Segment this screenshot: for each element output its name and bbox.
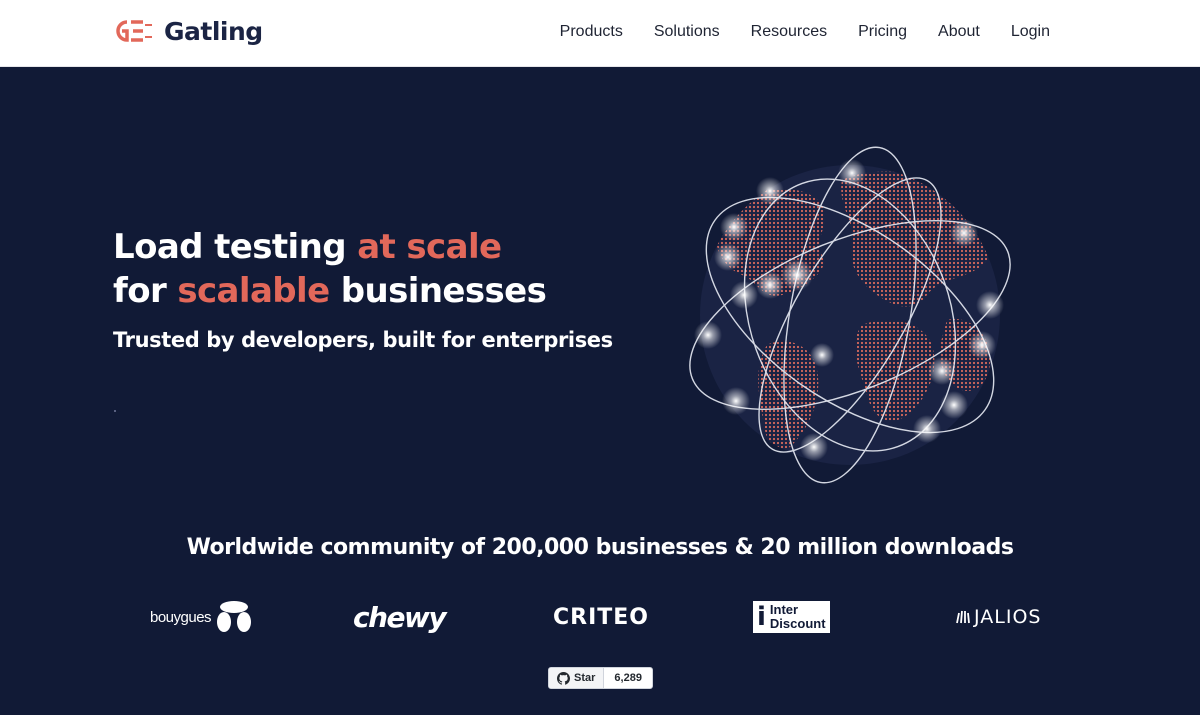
headline-part: businesses: [329, 271, 547, 311]
headline-part: for: [113, 271, 178, 311]
community-statement: Worldwide community of 200,000 businesse…: [186, 535, 1014, 560]
brand-name: Gatling: [164, 16, 263, 46]
bouygues-wordmark: bouygues: [150, 608, 212, 626]
headline-accent: at scale: [357, 227, 502, 267]
nav-pricing[interactable]: Pricing: [858, 23, 907, 41]
decorative-dot: [114, 410, 116, 412]
hero-subheadline: Trusted by developers, built for enterpr…: [113, 328, 613, 352]
nav-resources[interactable]: Resources: [751, 23, 827, 41]
bouygues-logo-icon: [217, 601, 252, 632]
headline-part: Load testing: [113, 227, 358, 267]
main-nav: Products Solutions Resources Pricing Abo…: [560, 0, 1050, 64]
interdiscount-logo: i Inter Discount: [753, 597, 830, 637]
github-icon: [557, 671, 570, 685]
globe-illustration: [689, 146, 1011, 484]
gatling-logo[interactable]: Gatling: [112, 16, 263, 46]
headline-accent: scalable: [177, 271, 330, 311]
nav-solutions[interactable]: Solutions: [654, 23, 720, 41]
jalios-wordmark: JALIOS: [974, 606, 1042, 628]
nav-products[interactable]: Products: [560, 23, 623, 41]
nav-about[interactable]: About: [938, 23, 980, 41]
github-star-widget: Star 6,289: [548, 667, 653, 689]
github-star-count[interactable]: 6,289: [604, 668, 652, 688]
interdiscount-line2: Discount: [769, 616, 826, 631]
interdiscount-mark: i: [757, 602, 766, 632]
top-navigation-bar: Gatling Products Solutions Resources Pri…: [0, 0, 1200, 67]
jalios-logo: JALIOS: [955, 597, 1041, 637]
jalios-logo-icon: [956, 610, 970, 624]
github-star-button[interactable]: Star: [549, 668, 605, 688]
gatling-logo-icon: [116, 20, 152, 42]
criteo-logo: CRITEO: [553, 604, 650, 630]
bouygues-logo: bouygues: [150, 597, 253, 637]
hero-section: Load testing at scale for scalable busin…: [0, 67, 1200, 715]
customer-logos: bouygues chewy CRITEO i Inter Discount J…: [140, 597, 1060, 637]
nav-login[interactable]: Login: [1011, 23, 1050, 41]
interdiscount-line1: Inter: [769, 602, 799, 617]
github-star-label: Star: [574, 672, 596, 684]
hero-headline: Load testing at scale for scalable busin…: [113, 225, 547, 313]
chewy-logo: chewy: [353, 600, 447, 634]
